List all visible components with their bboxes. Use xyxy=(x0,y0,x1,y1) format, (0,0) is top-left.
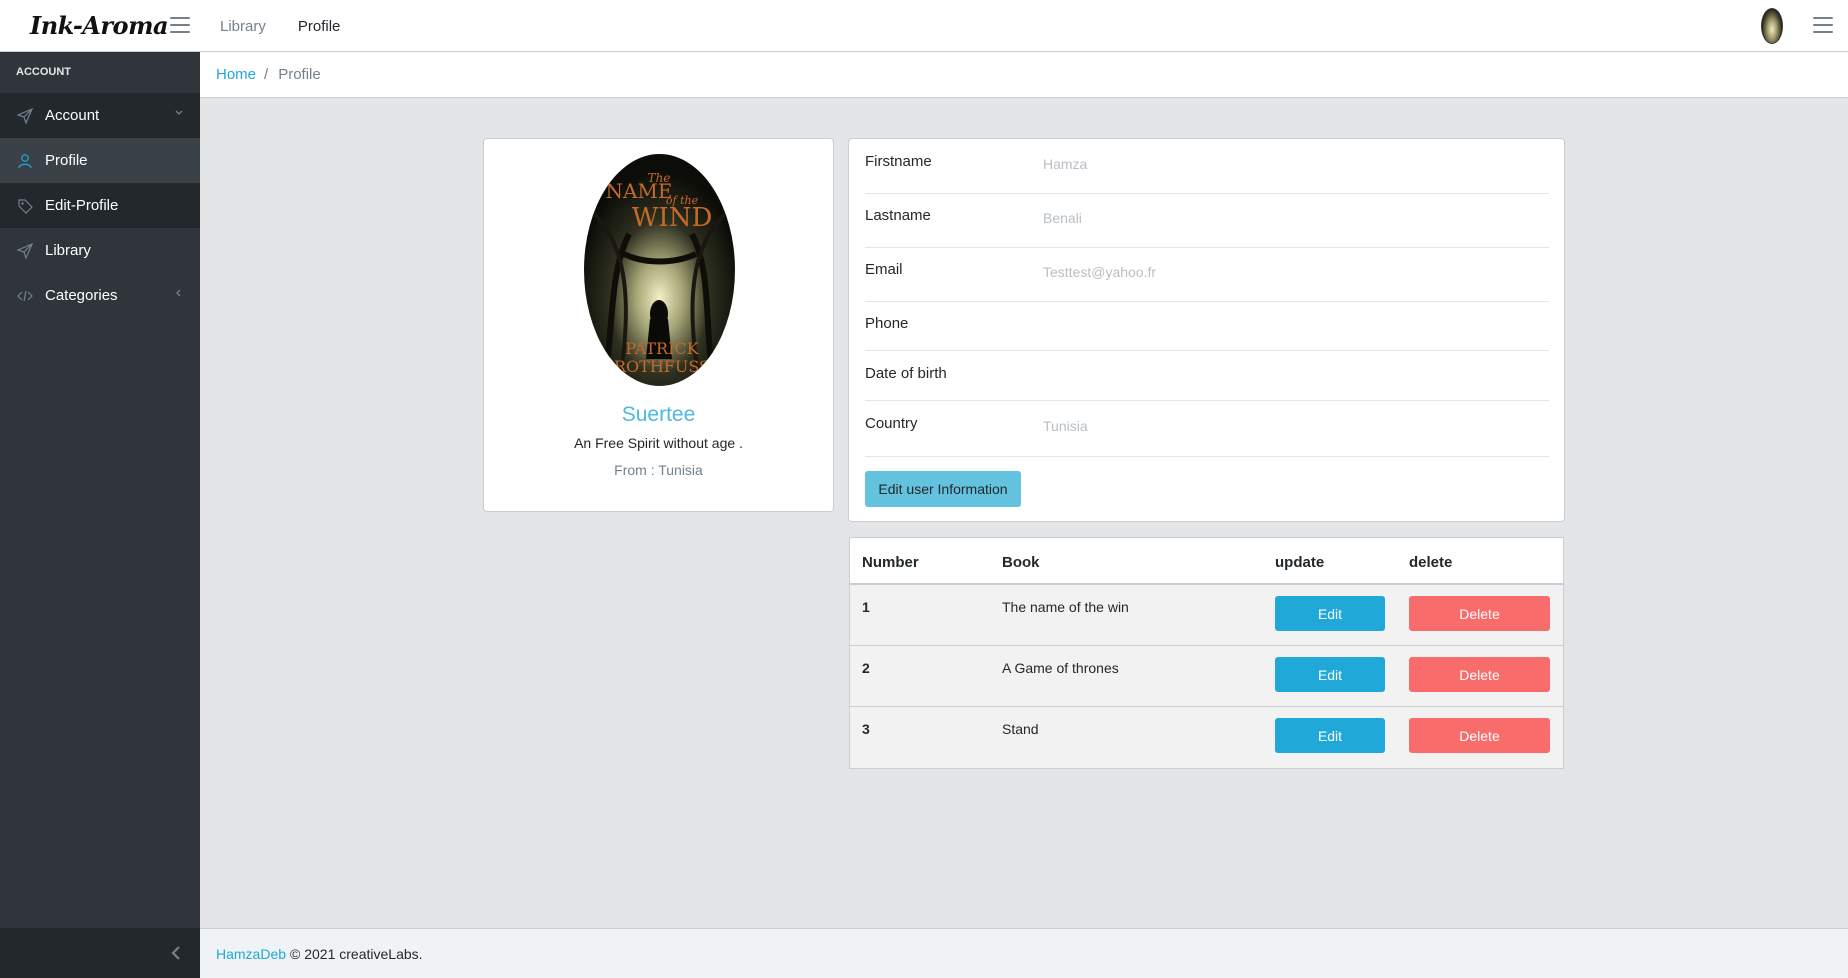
table-row: 2 A Game of thrones Edit Delete xyxy=(850,646,1563,707)
sidebar-item-label: Account xyxy=(45,107,100,124)
row-number: 2 xyxy=(862,660,870,676)
sidebar: ACCOUNT Account Profile Edit-Profile Lib… xyxy=(0,52,200,978)
lastname-label: Lastname xyxy=(865,207,931,224)
table-header: Number Book update delete xyxy=(850,538,1563,585)
breadcrumb: Home / Profile xyxy=(200,52,1848,98)
firstname-value: Hamza xyxy=(1043,156,1088,172)
sidebar-item-edit-profile[interactable]: Edit-Profile xyxy=(0,183,200,228)
user-info-card: Firstname Hamza Lastname Benali Email Te… xyxy=(848,138,1565,522)
column-header-update: update xyxy=(1275,554,1325,571)
sidebar-item-library[interactable]: Library xyxy=(0,228,200,273)
lastname-value: Benali xyxy=(1043,210,1082,226)
sidebar-item-label: Profile xyxy=(45,152,88,169)
table-row: 3 Stand Edit Delete xyxy=(850,707,1563,768)
breadcrumb-home[interactable]: Home xyxy=(216,66,256,83)
sidebar-item-label: Categories xyxy=(45,287,118,304)
column-header-delete: delete xyxy=(1409,554,1453,571)
sidebar-item-label: Library xyxy=(45,242,91,259)
row-book-title: A Game of thrones xyxy=(1002,660,1119,676)
sidebar-item-categories[interactable]: Categories xyxy=(0,273,200,318)
date-of-birth-label: Date of birth xyxy=(865,365,947,382)
app-footer: HamzaDeb © 2021 creativeLabs. xyxy=(200,928,1848,978)
row-number: 1 xyxy=(862,599,870,615)
sidebar-toggle-icon[interactable] xyxy=(170,17,190,33)
edit-button[interactable]: Edit xyxy=(1275,718,1385,753)
books-table: Number Book update delete 1 The name of … xyxy=(849,537,1564,769)
cover-author-first: PATRICK xyxy=(625,339,699,358)
delete-button[interactable]: Delete xyxy=(1409,596,1550,631)
tag-icon xyxy=(16,197,34,215)
info-row-phone: Phone xyxy=(865,315,1549,351)
code-icon xyxy=(16,287,34,305)
delete-button[interactable]: Delete xyxy=(1409,718,1550,753)
sidebar-title: ACCOUNT xyxy=(0,52,200,93)
brand-logo[interactable]: Ink-Aroma xyxy=(30,6,170,46)
country-value: Tunisia xyxy=(1043,418,1088,434)
info-row-country: Country Tunisia xyxy=(865,415,1549,457)
info-row-firstname: Firstname Hamza xyxy=(865,153,1549,194)
cover-title-name: NAME xyxy=(605,179,672,203)
footer-author-link[interactable]: HamzaDeb xyxy=(216,946,286,962)
sidebar-item-profile[interactable]: Profile xyxy=(0,138,200,183)
profile-location: From : Tunisia xyxy=(614,462,703,478)
book-cover-image: The NAME of the WIND PATRICK ROTHFUSS xyxy=(584,154,735,386)
row-book-title: Stand xyxy=(1002,721,1039,737)
info-row-email: Email Testtest@yahoo.fr xyxy=(865,261,1549,302)
cover-author-last: ROTHFUSS xyxy=(614,357,710,376)
breadcrumb-separator: / xyxy=(264,66,269,83)
cover-title-wind: WIND xyxy=(632,203,713,233)
row-number: 3 xyxy=(862,721,870,737)
paper-plane-icon xyxy=(16,242,34,260)
column-header-book: Book xyxy=(1002,554,1040,571)
sidebar-item-label: Edit-Profile xyxy=(45,197,119,214)
delete-button[interactable]: Delete xyxy=(1409,657,1550,692)
country-label: Country xyxy=(865,415,918,432)
email-value: Testtest@yahoo.fr xyxy=(1043,264,1157,280)
user-icon xyxy=(16,152,34,170)
info-row-lastname: Lastname Benali xyxy=(865,207,1549,248)
top-nav-library[interactable]: Library xyxy=(220,18,266,35)
edit-user-information-button[interactable]: Edit user Information xyxy=(865,471,1021,507)
chevron-left-icon xyxy=(174,287,184,301)
footer-copyright: © 2021 creativeLabs. xyxy=(290,945,423,962)
top-nav: Library Profile xyxy=(220,0,372,52)
profile-card: The NAME of the WIND PATRICK ROTHFUSS Su… xyxy=(483,138,834,512)
chevron-down-icon xyxy=(174,107,184,121)
firstname-label: Firstname xyxy=(865,153,932,170)
table-row: 1 The name of the win Edit Delete xyxy=(850,585,1563,646)
chevron-left-icon xyxy=(171,946,180,960)
sidebar-item-account[interactable]: Account xyxy=(0,93,200,138)
profile-bio: An Free Spirit without age . xyxy=(574,435,743,451)
profile-name: Suertee xyxy=(621,403,696,426)
app-header: Ink-Aroma Library Profile xyxy=(0,0,1848,52)
info-row-date-of-birth: Date of birth xyxy=(865,365,1549,401)
avatar[interactable] xyxy=(1761,8,1783,44)
paper-plane-icon xyxy=(16,107,34,125)
aside-menu-toggle-icon[interactable] xyxy=(1813,17,1833,33)
row-book-title: The name of the win xyxy=(1002,599,1129,615)
breadcrumb-current: Profile xyxy=(278,66,321,83)
phone-label: Phone xyxy=(865,315,909,332)
email-label: Email xyxy=(865,261,903,278)
top-nav-profile[interactable]: Profile xyxy=(298,18,341,35)
edit-button[interactable]: Edit xyxy=(1275,657,1385,692)
edit-button[interactable]: Edit xyxy=(1275,596,1385,631)
sidebar-minimizer-button[interactable] xyxy=(0,928,200,978)
column-header-number: Number xyxy=(862,554,919,571)
